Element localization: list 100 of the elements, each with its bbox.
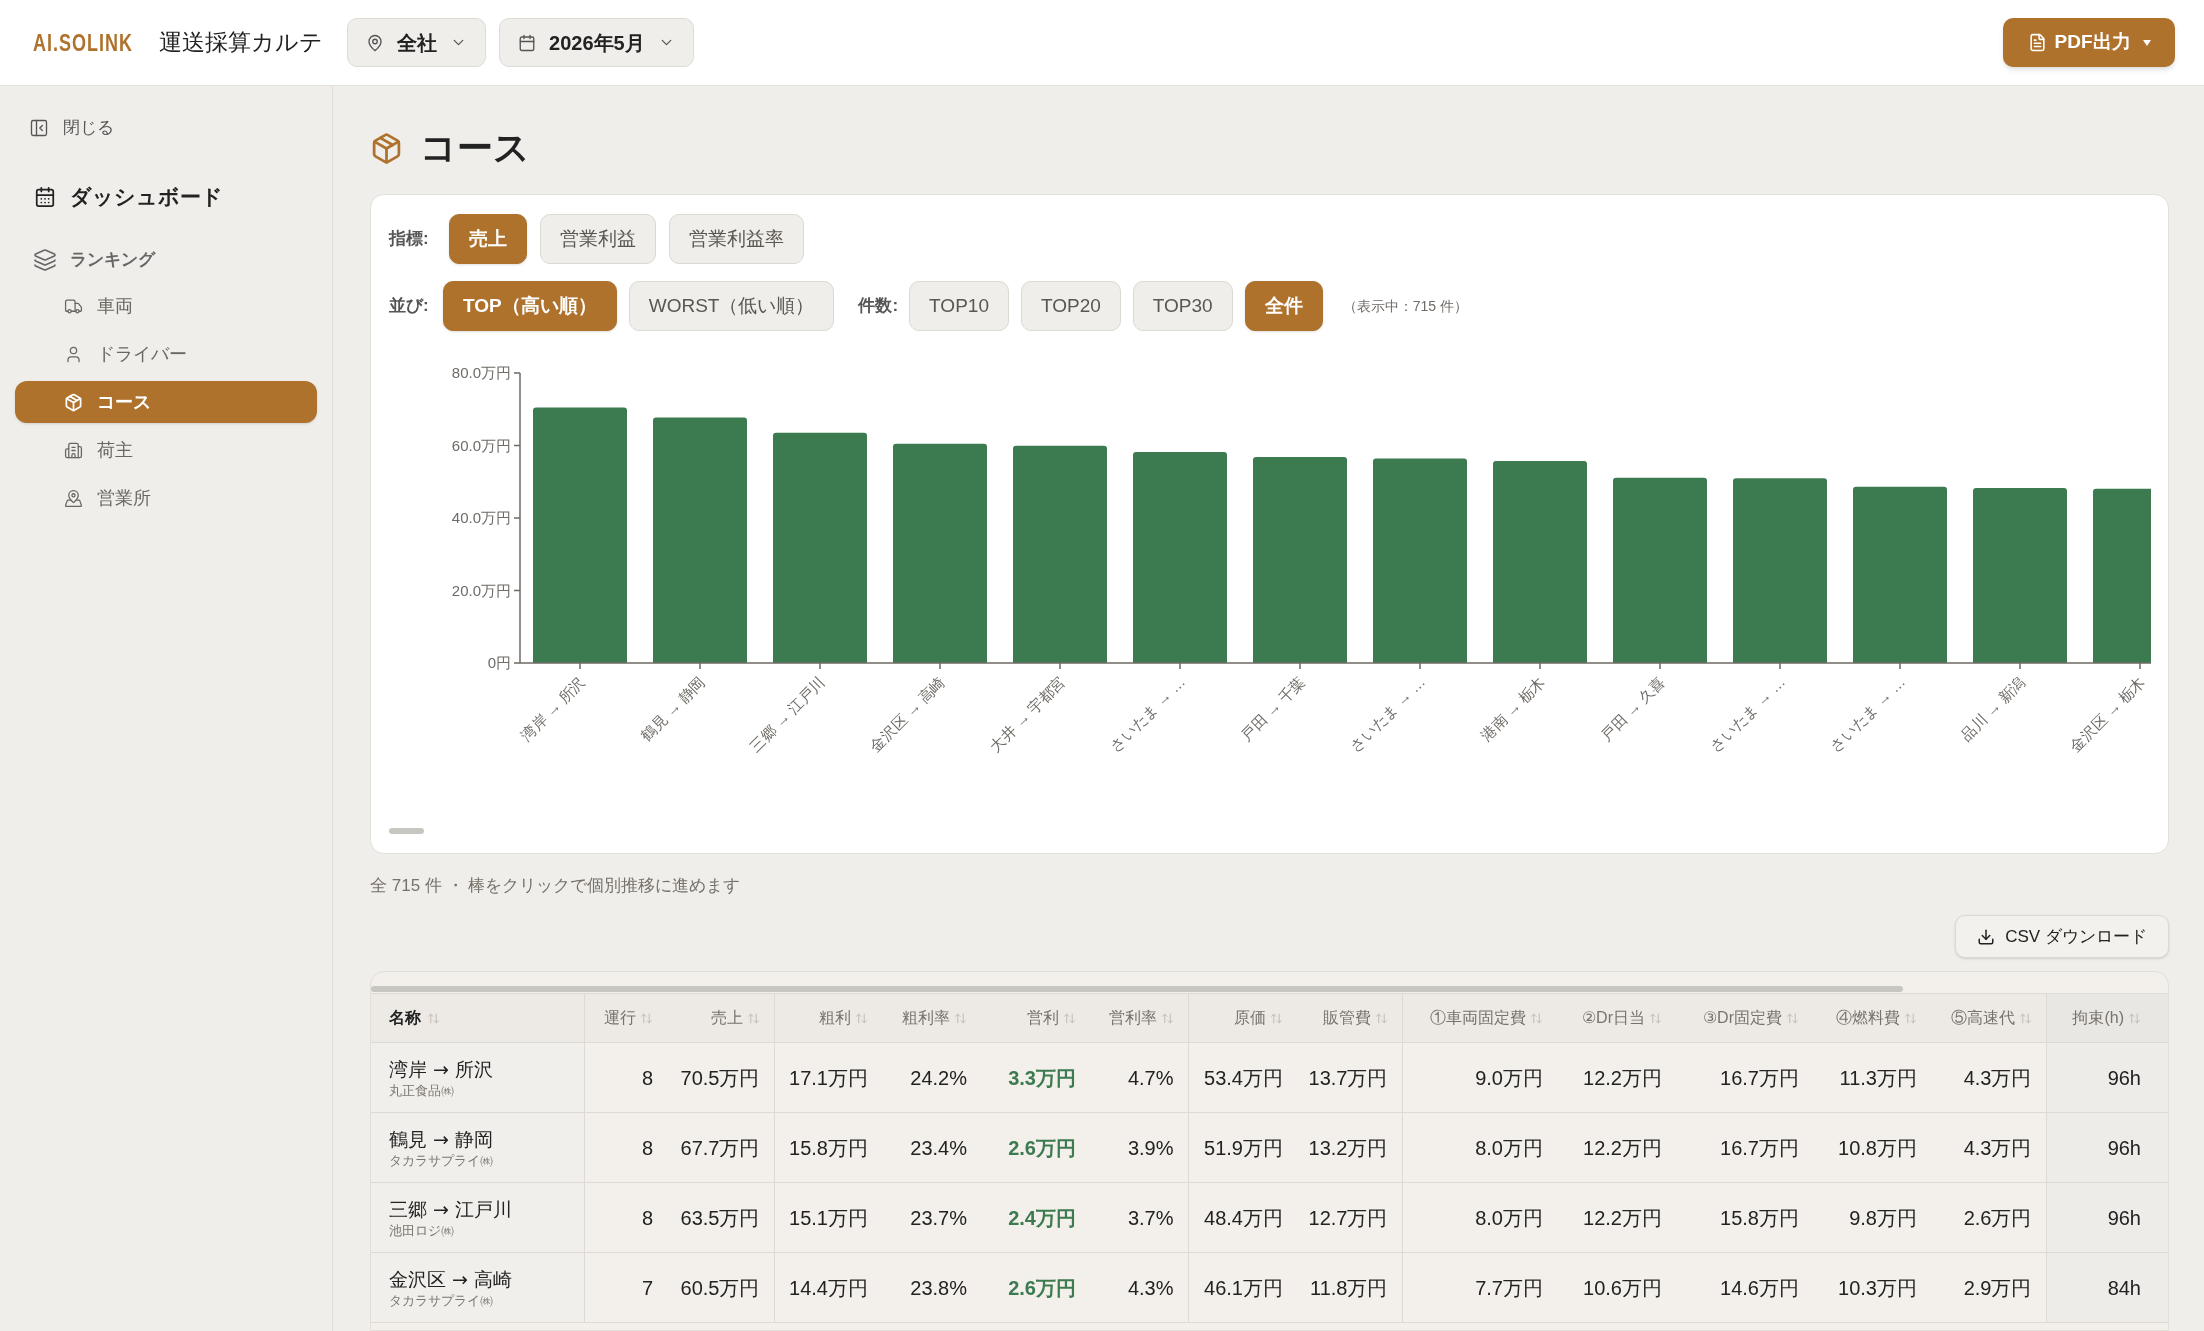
sidebar-item[interactable]: 営業所 <box>15 477 317 519</box>
table-cell: 53.4万円 <box>1188 1042 1297 1113</box>
filter-option-button[interactable]: 営業利益率 <box>669 214 804 264</box>
sort-column-header[interactable]: ③Dr固定費 <box>1676 994 1813 1042</box>
sort-column-header[interactable]: 運行 <box>584 994 667 1042</box>
shipper-name: タカラサプライ㈱ <box>389 1152 493 1169</box>
route-name: 三郷 → 江戸川 <box>389 1197 512 1222</box>
sort-column-header[interactable]: ⑤高速代 <box>1931 994 2046 1042</box>
sort-column-header[interactable]: ①車両固定費 <box>1402 994 1557 1042</box>
table-cell: 12.7万円 <box>1297 1182 1402 1253</box>
table-cell: 9.8万円 <box>1813 1182 1931 1253</box>
table-cell: 2.6万円 <box>1931 1182 2046 1253</box>
table-cell: 14.4万円 <box>774 1252 882 1323</box>
document-icon <box>2027 33 2047 52</box>
sort-column-header[interactable]: 営利 <box>981 994 1090 1042</box>
layers-icon <box>33 248 57 272</box>
table-cell: 3.9% <box>1090 1112 1188 1183</box>
sort-column-header[interactable]: ②Dr日当 <box>1557 994 1676 1042</box>
table-cell: 7.7万円 <box>1402 1252 1557 1323</box>
dropdown-button[interactable]: 2026年5月 <box>499 18 694 67</box>
table-cell: 60.5万円 <box>667 1252 774 1323</box>
result-count-note: （表示中：715 件） <box>1342 296 1468 316</box>
table-cell: 4.7% <box>1090 1042 1188 1113</box>
dropdown-button[interactable]: 全社 <box>347 18 486 67</box>
table-cell: 9.0万円 <box>1402 1042 1557 1113</box>
sort-icon <box>1530 1011 1543 1025</box>
table-cell: 13.2万円 <box>1297 1112 1402 1183</box>
table-cell: 2.4万円 <box>981 1182 1090 1253</box>
sidebar-item[interactable]: ドライバー <box>15 333 317 375</box>
filter-option-button[interactable]: TOP（高い順） <box>443 281 617 331</box>
table-cell: 63.5万円 <box>667 1182 774 1253</box>
filter-label: 並び: <box>389 295 430 318</box>
route-name: 金沢区 → 高崎 <box>389 1267 512 1292</box>
sort-icon <box>2128 1011 2141 1025</box>
table-cell: 2.9万円 <box>1931 1252 2046 1323</box>
box-icon <box>64 392 83 412</box>
sort-column-header[interactable]: 販管費 <box>1297 994 1402 1042</box>
sort-column-header[interactable]: 売上 <box>667 994 774 1042</box>
filter-option-button[interactable]: WORST（低い順） <box>628 281 835 331</box>
table-cell: 96h <box>2046 1182 2168 1253</box>
table-cell: 3.7% <box>1090 1182 1188 1253</box>
collapse-sidebar-button[interactable]: 閉じる <box>29 113 114 143</box>
table-cell: 8 <box>584 1042 667 1113</box>
sidebar-item[interactable]: コース <box>15 381 317 423</box>
sort-column-header[interactable]: 営利率 <box>1090 994 1188 1042</box>
table-cell: 8 <box>584 1182 667 1253</box>
table-cell: 4.3% <box>1090 1252 1188 1323</box>
scrollbar-thumb[interactable] <box>389 828 424 834</box>
table-cell: 11.8万円 <box>1297 1252 1402 1323</box>
table-cell: 24.2% <box>882 1042 981 1113</box>
scrollbar-thumb[interactable] <box>371 986 1903 992</box>
shipper-name: タカラサプライ㈱ <box>389 1292 493 1309</box>
sort-column-header[interactable]: 粗利率 <box>882 994 981 1042</box>
sort-icon <box>2018 1011 2032 1025</box>
csv-download-button[interactable]: CSV ダウンロード <box>1955 915 2169 958</box>
table-cell: 96h <box>2046 1112 2168 1183</box>
filter-option-button[interactable]: TOP30 <box>1132 281 1233 331</box>
table-cell: 15.1万円 <box>774 1182 882 1253</box>
download-icon <box>1977 927 1996 946</box>
filter-option-button[interactable]: 全件 <box>1244 281 1323 331</box>
route-name: 湾岸 → 所沢 <box>389 1057 493 1082</box>
sort-icon <box>954 1011 967 1025</box>
table-cell: 96h <box>2046 1042 2168 1113</box>
table-cell: 8.0万円 <box>1402 1112 1557 1183</box>
caret-icon <box>2142 39 2151 46</box>
table-cell: 12.2万円 <box>1557 1112 1676 1183</box>
table-cell: 8.0万円 <box>1402 1182 1557 1253</box>
table-cell: 48.4万円 <box>1188 1182 1297 1253</box>
filter-option-button[interactable]: 営業利益 <box>540 214 656 264</box>
table-cell: 23.8% <box>882 1252 981 1323</box>
sort-column-header[interactable]: 名称 <box>371 994 584 1042</box>
table-cell: 51.9万円 <box>1188 1112 1297 1183</box>
filter-option-button[interactable]: 売上 <box>449 214 527 264</box>
sort-column-header[interactable]: 粗利 <box>774 994 882 1042</box>
sort-column-header[interactable]: 原価 <box>1188 994 1297 1042</box>
table-cell: 46.1万円 <box>1188 1252 1297 1323</box>
filter-option-button[interactable]: TOP20 <box>1020 281 1121 331</box>
table-cell: 12.2万円 <box>1557 1182 1676 1253</box>
sort-icon <box>427 1011 440 1025</box>
sidebar-item[interactable]: 荷主 <box>15 429 317 471</box>
building-icon <box>64 440 83 460</box>
sort-icon <box>1786 1011 1799 1025</box>
table-cell: 7 <box>584 1252 667 1323</box>
sort-column-header[interactable]: 拘束(h) <box>2046 994 2168 1042</box>
sidebar-item[interactable]: 車両 <box>15 285 317 327</box>
sidebar-item[interactable]: ダッシュボード <box>34 180 223 214</box>
table-cell: 15.8万円 <box>1676 1182 1813 1253</box>
sort-icon <box>1160 1011 1174 1025</box>
table-cell: 70.5万円 <box>667 1042 774 1113</box>
sort-icon <box>640 1011 653 1025</box>
table-cell: 16.7万円 <box>1676 1042 1813 1113</box>
table-cell: 16.7万円 <box>1676 1112 1813 1183</box>
pin-icon <box>366 33 384 52</box>
sort-column-header[interactable]: ④燃料費 <box>1813 994 1931 1042</box>
pdf-export-button[interactable]: PDF出力 <box>2003 18 2175 67</box>
chart-caption: 全 715 件 ・ 棒をクリックで個別推移に進めます <box>370 875 742 897</box>
app-logo: AI.SOLINK <box>33 30 133 55</box>
table-cell: 15.8万円 <box>774 1112 882 1183</box>
filter-option-button[interactable]: TOP10 <box>909 281 1009 331</box>
table-cell: 3.3万円 <box>981 1042 1090 1113</box>
